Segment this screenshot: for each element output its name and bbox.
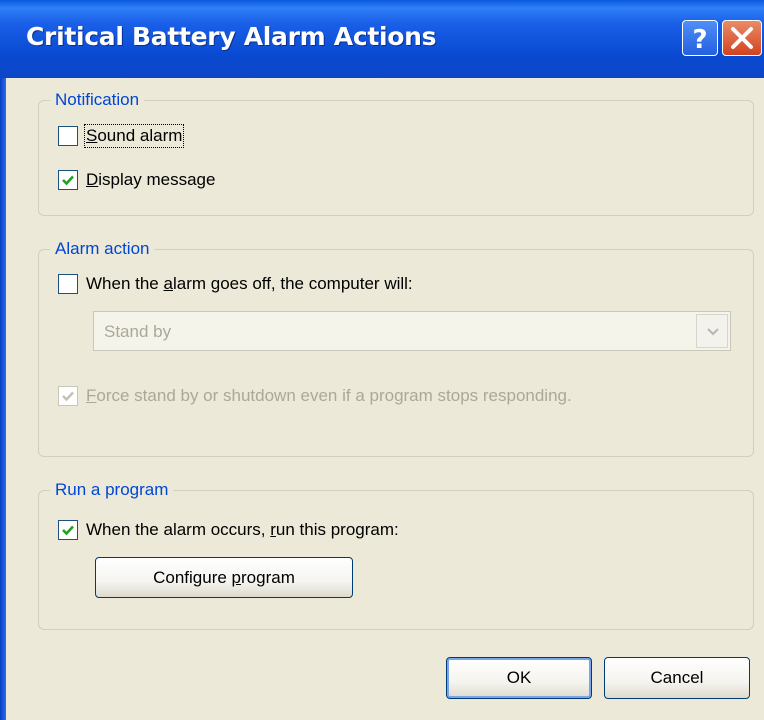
when-alarm-checkbox[interactable] xyxy=(58,274,78,294)
checkmark-icon xyxy=(62,175,74,186)
help-button[interactable]: ? xyxy=(682,20,718,56)
sound-alarm-checkbox[interactable] xyxy=(58,126,78,146)
display-message-label: Display message xyxy=(86,170,216,189)
when-alarm-checkbox-row[interactable]: When the alarm goes off, the computer wi… xyxy=(58,274,413,294)
run-program-checkbox[interactable] xyxy=(58,520,78,540)
sound-alarm-label: Sound alarm xyxy=(83,124,185,148)
close-button[interactable] xyxy=(722,20,762,56)
title-bar[interactable]: Critical Battery Alarm Actions ? xyxy=(0,0,764,78)
notification-group xyxy=(38,100,754,216)
help-question-icon: ? xyxy=(692,25,707,55)
ok-button[interactable]: OK xyxy=(446,657,592,699)
force-standby-checkbox[interactable] xyxy=(58,386,78,406)
display-message-checkbox-row[interactable]: Display message xyxy=(58,170,215,190)
notification-legend: Notification xyxy=(50,90,145,110)
force-standby-label: Force stand by or shutdown even if a pro… xyxy=(86,386,572,405)
select-dropdown-button[interactable] xyxy=(696,314,728,348)
chevron-down-icon xyxy=(707,328,719,336)
cancel-button[interactable]: Cancel xyxy=(604,657,750,699)
display-message-checkbox[interactable] xyxy=(58,170,78,190)
sound-alarm-checkbox-row[interactable]: Sound alarm xyxy=(58,124,185,148)
alarm-action-select[interactable]: Stand by xyxy=(93,311,731,351)
window-frame-left xyxy=(0,78,6,720)
when-alarm-label: When the alarm goes off, the computer wi… xyxy=(86,274,413,293)
svg-text:?: ? xyxy=(692,25,707,55)
run-program-label: When the alarm occurs, run this program: xyxy=(86,520,399,539)
run-program-legend: Run a program xyxy=(50,480,174,500)
run-program-checkbox-row[interactable]: When the alarm occurs, run this program: xyxy=(58,520,399,540)
window-title: Critical Battery Alarm Actions xyxy=(26,22,437,51)
close-x-icon xyxy=(731,27,753,49)
alarm-action-select-value: Stand by xyxy=(104,322,172,341)
configure-program-button[interactable]: Configure program xyxy=(95,557,353,598)
checkmark-icon xyxy=(62,525,74,536)
force-standby-checkbox-row[interactable]: Force stand by or shutdown even if a pro… xyxy=(58,386,572,406)
checkmark-icon xyxy=(62,391,74,402)
alarm-action-legend: Alarm action xyxy=(50,239,155,259)
